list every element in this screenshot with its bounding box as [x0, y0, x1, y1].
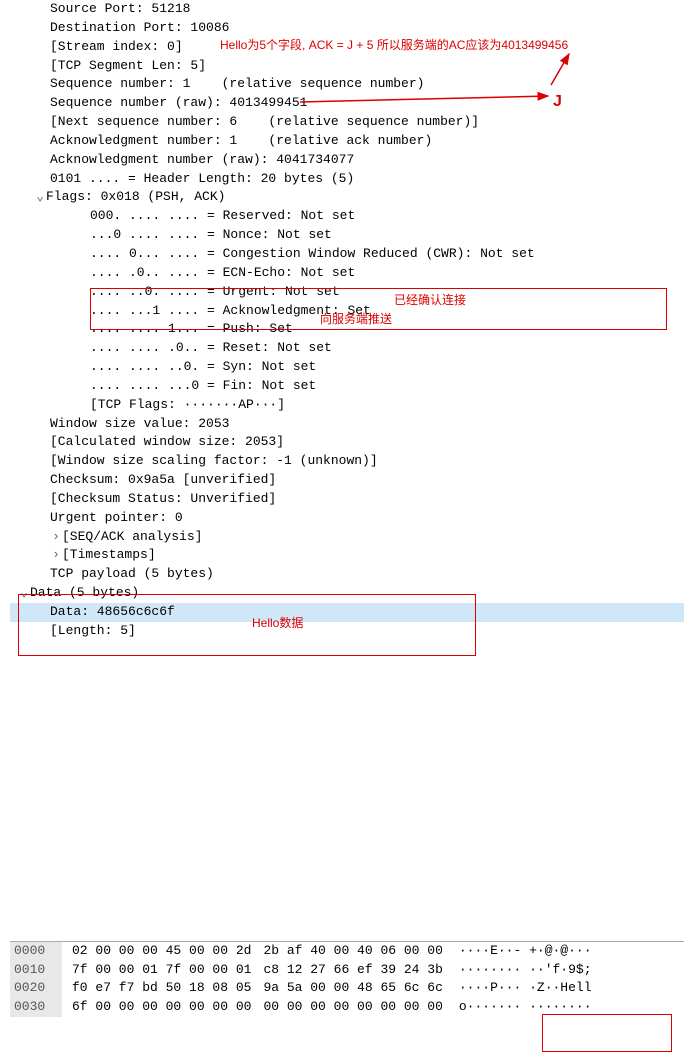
field-seq-raw[interactable]: Sequence number (raw): 4013499451	[10, 94, 684, 113]
flag-urg[interactable]: .... ..0. .... = Urgent: Not set	[10, 283, 684, 302]
field-seqack-analysis[interactable]: ›[SEQ/ACK analysis]	[10, 528, 684, 547]
packet-tree: Source Port: 51218 Destination Port: 100…	[10, 0, 684, 641]
data-section: ⌄Data (5 bytes) Data: 48656c6c6f [Length…	[10, 584, 684, 641]
field-tcp-payload[interactable]: TCP payload (5 bytes)	[10, 565, 684, 584]
field-checksum-status[interactable]: [Checksum Status: Unverified]	[10, 490, 684, 509]
field-next-seq[interactable]: [Next sequence number: 6 (relative seque…	[10, 113, 684, 132]
flag-fin[interactable]: .... .... ...0 = Fin: Not set	[10, 377, 684, 396]
chevron-right-icon[interactable]: ›	[50, 546, 62, 565]
field-ack-rel[interactable]: Acknowledgment number: 1 (relative ack n…	[10, 132, 684, 151]
field-win-calc[interactable]: [Calculated window size: 2053]	[10, 433, 684, 452]
annotation-letter-j: J	[553, 90, 562, 113]
field-urgent-ptr[interactable]: Urgent pointer: 0	[10, 509, 684, 528]
field-seq-rel[interactable]: Sequence number: 1 (relative sequence nu…	[10, 75, 684, 94]
hex-row[interactable]: 00107f 00 00 01 7f 00 00 01c8 12 27 66 e…	[10, 961, 684, 980]
flag-syn[interactable]: .... .... ..0. = Syn: Not set	[10, 358, 684, 377]
hex-pane: 000002 00 00 00 45 00 00 2d2b af 40 00 4…	[10, 941, 684, 1017]
flag-cwr[interactable]: .... 0... .... = Congestion Window Reduc…	[10, 245, 684, 264]
field-win-size[interactable]: Window size value: 2053	[10, 415, 684, 434]
annotation-push-server: 向服务端推送	[320, 311, 392, 328]
flag-nonce[interactable]: ...0 .... .... = Nonce: Not set	[10, 226, 684, 245]
field-timestamps[interactable]: ›[Timestamps]	[10, 546, 684, 565]
field-checksum[interactable]: Checksum: 0x9a5a [unverified]	[10, 471, 684, 490]
annotation-ack-connected: 已经确认连接	[394, 292, 466, 309]
data-value[interactable]: Data: 48656c6c6f	[10, 603, 684, 622]
chevron-down-icon[interactable]: ⌄	[18, 584, 30, 603]
field-dst-port[interactable]: Destination Port: 10086	[10, 19, 684, 38]
field-header-len[interactable]: 0101 .... = Header Length: 20 bytes (5)	[10, 170, 684, 189]
data-title[interactable]: ⌄Data (5 bytes)	[10, 584, 684, 603]
field-win-scale[interactable]: [Window size scaling factor: -1 (unknown…	[10, 452, 684, 471]
field-seg-len[interactable]: [TCP Segment Len: 5]	[10, 57, 684, 76]
annotation-hello-data: Hello数据	[252, 615, 303, 632]
redbox-hex-hello	[542, 1014, 672, 1052]
flag-rst[interactable]: .... .... .0.. = Reset: Not set	[10, 339, 684, 358]
flag-reserved[interactable]: 000. .... .... = Reserved: Not set	[10, 207, 684, 226]
chevron-right-icon[interactable]: ›	[50, 528, 62, 547]
data-length[interactable]: [Length: 5]	[10, 622, 684, 641]
field-ack-raw[interactable]: Acknowledgment number (raw): 4041734077	[10, 151, 684, 170]
flags-summary[interactable]: [TCP Flags: ·······AP···]	[10, 396, 684, 415]
chevron-down-icon[interactable]: ⌄	[34, 188, 46, 207]
hex-row[interactable]: 00306f 00 00 00 00 00 00 0000 00 00 00 0…	[10, 998, 684, 1017]
hex-row[interactable]: 000002 00 00 00 45 00 00 2d2b af 40 00 4…	[10, 942, 684, 961]
field-src-port[interactable]: Source Port: 51218	[10, 0, 684, 19]
flag-ecn[interactable]: .... .0.. .... = ECN-Echo: Not set	[10, 264, 684, 283]
annotation-hello-note: Hello为5个字段, ACK = J + 5 所以服务端的AC应该为40134…	[220, 37, 568, 54]
hex-row[interactable]: 0020f0 e7 f7 bd 50 18 08 059a 5a 00 00 4…	[10, 979, 684, 998]
field-flags[interactable]: ⌄Flags: 0x018 (PSH, ACK)	[10, 188, 684, 207]
